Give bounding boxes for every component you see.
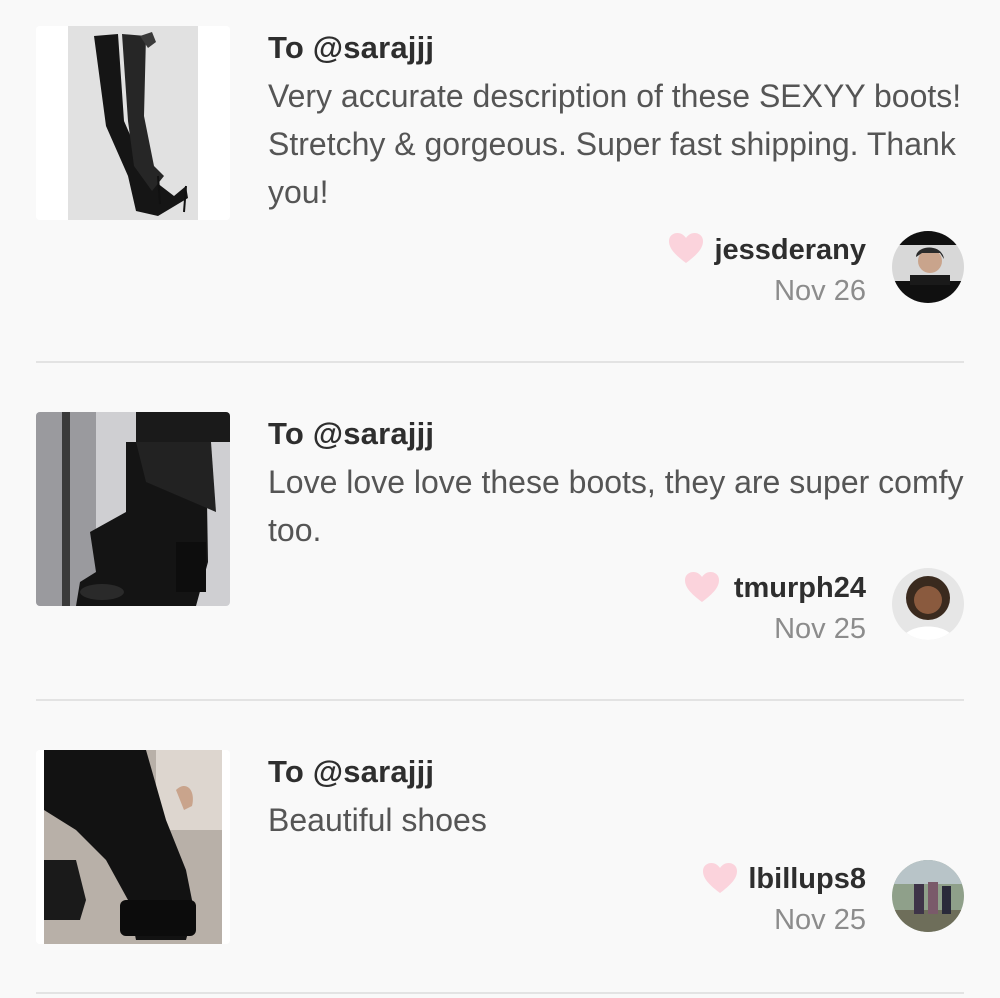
heart-icon[interactable] bbox=[702, 862, 738, 894]
divider bbox=[36, 992, 964, 994]
heart-icon[interactable] bbox=[668, 232, 704, 264]
reviewer-avatar[interactable] bbox=[892, 231, 964, 303]
user-avatar-photo-icon bbox=[892, 568, 964, 640]
review-date: Nov 25 bbox=[774, 613, 866, 645]
reviews-list: To @sarajjj Very accurate description of… bbox=[0, 0, 1000, 998]
review-date: Nov 25 bbox=[774, 904, 866, 936]
peep-toe-booties-image bbox=[36, 412, 230, 606]
reviewer-username[interactable]: tmurph24 bbox=[734, 572, 866, 605]
heart-icon[interactable] bbox=[684, 571, 720, 603]
product-thumbnail[interactable] bbox=[36, 750, 230, 944]
user-avatar-photo-icon bbox=[892, 860, 964, 932]
review-recipient: To @sarajjj bbox=[268, 416, 435, 451]
thigh-high-boots-image bbox=[36, 26, 230, 220]
platform-lace-up-boots-image bbox=[36, 750, 230, 944]
review-text: Very accurate description of these SEXYY… bbox=[268, 78, 962, 210]
reviewer-username[interactable]: jessderany bbox=[714, 234, 866, 267]
review-recipient: To @sarajjj bbox=[268, 754, 435, 789]
reviewer-username[interactable]: lbillups8 bbox=[748, 863, 866, 896]
review-date: Nov 26 bbox=[774, 275, 866, 307]
product-thumbnail[interactable] bbox=[36, 412, 230, 606]
review-recipient: To @sarajjj bbox=[268, 30, 435, 65]
reviewer-avatar[interactable] bbox=[892, 568, 964, 640]
reviewer-avatar[interactable] bbox=[892, 860, 964, 932]
divider bbox=[36, 699, 964, 701]
divider bbox=[36, 361, 964, 363]
product-thumbnail[interactable] bbox=[36, 26, 230, 220]
user-avatar-photo-icon bbox=[892, 231, 964, 303]
review-text: Beautiful shoes bbox=[268, 802, 487, 838]
review-text: Love love love these boots, they are sup… bbox=[268, 464, 964, 548]
